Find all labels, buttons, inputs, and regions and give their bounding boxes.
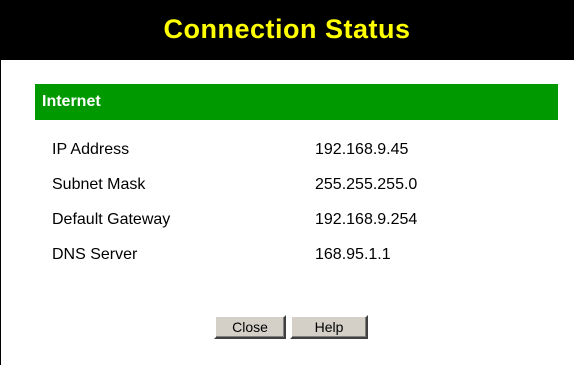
subnet-mask-value: 255.255.255.0 bbox=[315, 176, 418, 193]
left-border-line bbox=[0, 60, 1, 365]
section-title: Internet bbox=[42, 93, 101, 110]
dns-server-label: DNS Server bbox=[52, 246, 138, 263]
ip-address-label: IP Address bbox=[52, 141, 130, 158]
ip-address-value: 192.168.9.45 bbox=[315, 141, 409, 158]
help-button[interactable]: Help bbox=[290, 315, 368, 339]
dns-server-value: 168.95.1.1 bbox=[315, 246, 391, 263]
default-gateway-value: 192.168.9.254 bbox=[315, 211, 418, 228]
page-title: Connection Status bbox=[163, 13, 411, 44]
subnet-mask-label: Subnet Mask bbox=[52, 176, 146, 193]
close-button[interactable]: Close bbox=[214, 315, 286, 339]
default-gateway-label: Default Gateway bbox=[52, 211, 171, 228]
page-header: Connection Status bbox=[0, 0, 574, 60]
section-header-internet: Internet bbox=[35, 84, 558, 120]
